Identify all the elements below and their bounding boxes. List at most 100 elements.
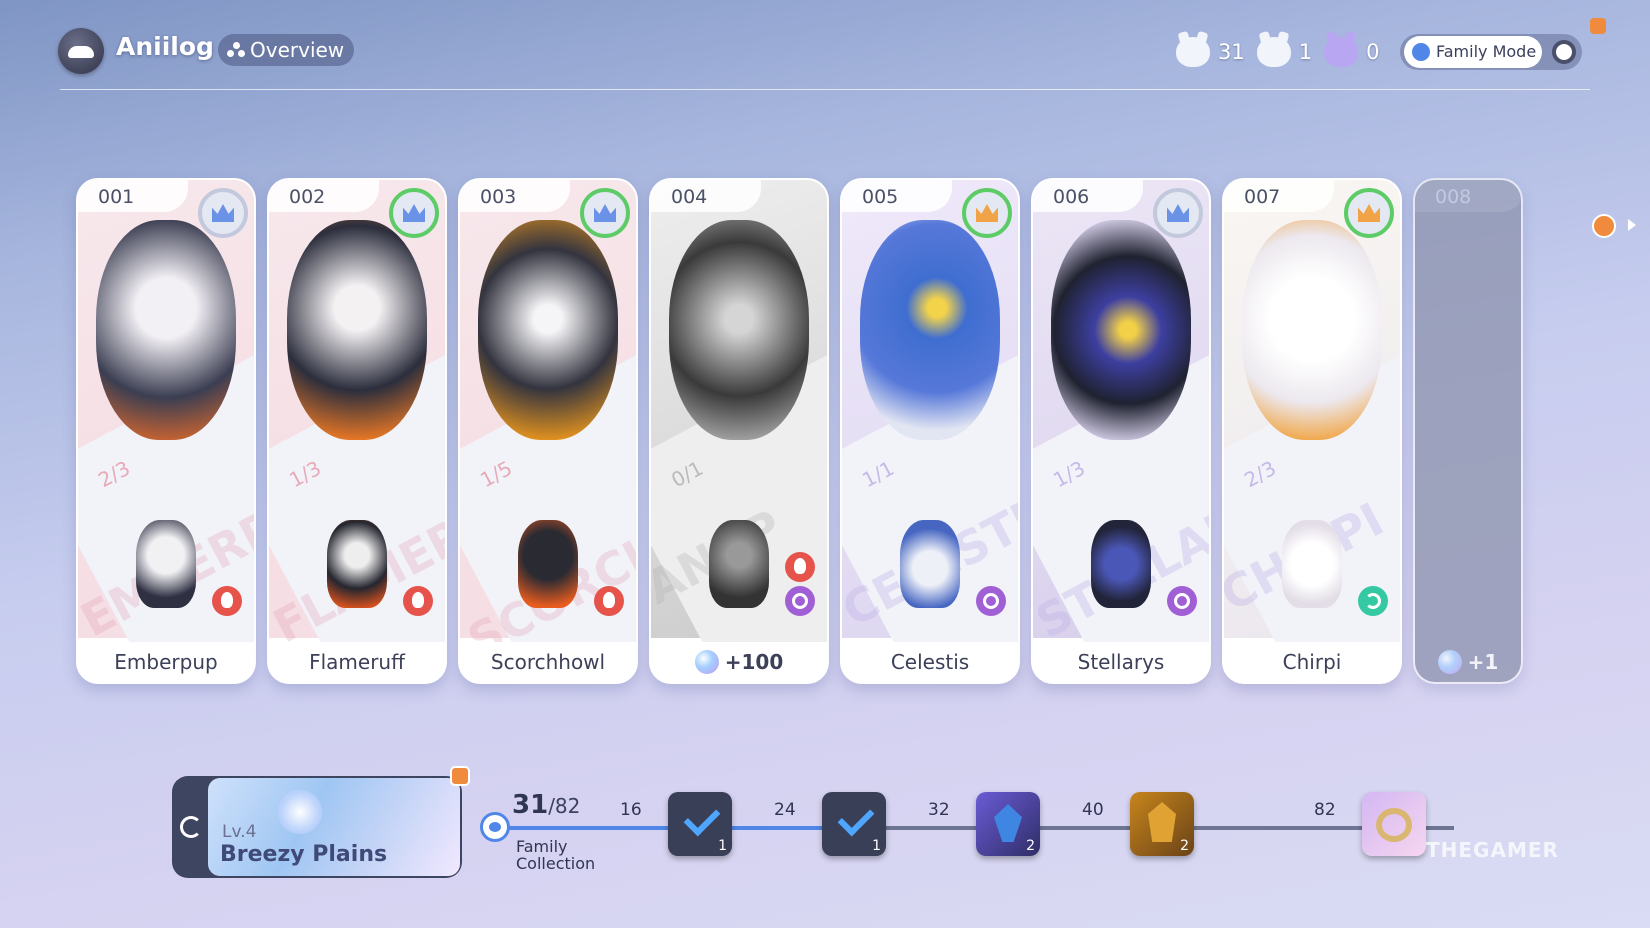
card-number: 007 <box>1224 180 1334 212</box>
milestone-reward-claimed[interactable]: 1 <box>668 792 732 856</box>
collection-label: Family Collection <box>516 837 596 873</box>
monster-figure <box>327 520 387 608</box>
monster-illustration <box>669 220 809 440</box>
monster-card[interactable]: CELESTIS 1/1 005 Celestis <box>840 178 1020 684</box>
header-divider <box>60 89 1590 90</box>
blue-crystal-icon <box>994 804 1022 842</box>
card-name: Stellarys <box>1033 642 1209 682</box>
crystal-rose-icon <box>278 790 322 834</box>
gold-crystal-icon <box>1148 802 1176 842</box>
milestone-qty: 2 <box>1026 838 1035 854</box>
camera-icon[interactable] <box>1552 40 1576 64</box>
stat-horned-monster: 1 <box>1256 37 1313 67</box>
stat-value: 1 <box>1298 40 1313 64</box>
card-name: Celestis <box>842 642 1018 682</box>
milestone-threshold: 40 <box>1082 800 1104 820</box>
monster-figure <box>900 520 960 608</box>
blue-crown-icon <box>1153 188 1203 238</box>
white-monster-icon <box>1176 37 1210 67</box>
milestone-reward-claimed[interactable]: 1 <box>822 792 886 856</box>
overview-icon <box>227 42 245 58</box>
collection-count: 31/82 <box>512 790 581 820</box>
card-reward: +100 <box>651 642 827 682</box>
monster-illustration <box>1051 220 1191 440</box>
orb-icon <box>1437 650 1462 674</box>
milestone-reward[interactable]: 2 <box>1130 792 1194 856</box>
currency-stats: 31 1 0 <box>1176 28 1379 76</box>
orb-icon <box>694 650 719 674</box>
family-icon <box>1412 43 1430 61</box>
monster-card-locked-reward[interactable]: ANUP 0/1 004 +100 <box>649 178 829 684</box>
monster-illustration <box>287 220 427 440</box>
milestone-reward[interactable]: 2 <box>976 792 1040 856</box>
monster-card[interactable]: STELLARYS 1/3 006 Stellarys <box>1031 178 1211 684</box>
region-name: Breezy Plains <box>220 842 388 867</box>
card-name: Chirpi <box>1224 642 1400 682</box>
card-reward-amount: +100 <box>724 650 784 674</box>
blue-crown-icon <box>198 188 248 238</box>
card-reward: +1 <box>1415 642 1521 682</box>
void-element-icon <box>785 586 815 616</box>
blue-crown-icon <box>580 188 630 238</box>
gift-icon[interactable] <box>1590 18 1606 34</box>
white-horned-monster-icon <box>1256 37 1291 67</box>
monster-figure <box>518 520 578 608</box>
app-title: Aniilog <box>116 32 214 61</box>
monster-card[interactable]: EMBERPUP 2/3 001 Emberpup <box>76 178 256 684</box>
milestone-threshold: 16 <box>620 800 642 820</box>
stat-white-monster: 31 <box>1176 37 1245 67</box>
refresh-icon[interactable] <box>180 816 202 838</box>
chevron-right-icon[interactable] <box>1628 219 1636 231</box>
card-reward-amount: +1 <box>1467 650 1499 674</box>
monster-figure <box>1282 520 1342 608</box>
card-number: 006 <box>1033 180 1143 212</box>
fire-element-icon <box>785 552 815 582</box>
gift-icon[interactable] <box>1592 214 1616 238</box>
stat-value: 0 <box>1366 40 1380 64</box>
monster-figure <box>1091 520 1151 608</box>
milestone-threshold: 82 <box>1314 800 1336 820</box>
monster-illustration <box>860 220 1000 440</box>
monster-illustration <box>96 220 236 440</box>
milestone-threshold: 24 <box>774 800 796 820</box>
monster-figure <box>709 520 769 608</box>
ring-icon <box>1376 808 1412 842</box>
family-mode-toggle: Family Mode <box>1400 34 1582 70</box>
region-card[interactable]: Lv.4 Breezy Plains <box>208 778 460 876</box>
card-number: 001 <box>78 180 188 212</box>
gift-icon[interactable] <box>450 766 470 786</box>
milestone-reward-final[interactable] <box>1362 792 1426 856</box>
monster-figure <box>136 520 196 608</box>
wind-element-icon <box>1358 586 1388 616</box>
purple-monster-icon <box>1324 37 1359 67</box>
card-number: 002 <box>269 180 379 212</box>
stat-value: 31 <box>1218 40 1245 64</box>
card-name: Scorchhowl <box>460 642 636 682</box>
card-name: Flameruff <box>269 642 445 682</box>
milestone-qty: 1 <box>872 838 881 854</box>
family-mode-label: Family Mode <box>1436 42 1537 61</box>
card-number: 008 <box>1415 180 1521 212</box>
region-level-panel[interactable]: Lv.4 Breezy Plains <box>172 776 462 878</box>
overview-label: Overview <box>250 38 345 62</box>
card-name: Emberpup <box>78 642 254 682</box>
gold-crown-icon <box>962 188 1012 238</box>
overview-button[interactable]: Overview <box>218 34 355 66</box>
milestone-threshold: 32 <box>928 800 950 820</box>
blue-crown-icon <box>389 188 439 238</box>
monster-card[interactable]: CHIRPI 2/3 007 Chirpi <box>1222 178 1402 684</box>
card-number: 005 <box>842 180 952 212</box>
monster-card-locked[interactable]: 008 +1 <box>1413 178 1523 684</box>
fire-element-icon <box>594 586 624 616</box>
monster-illustration <box>478 220 618 440</box>
watermark: THEGAMER <box>1426 838 1559 862</box>
family-mode-button[interactable]: Family Mode <box>1404 36 1542 68</box>
family-collection-progress: 31/82 Family Collection 16 1 24 1 32 2 4… <box>480 790 1470 880</box>
stat-purple-monster: 0 <box>1324 37 1379 67</box>
void-element-icon <box>1167 586 1197 616</box>
card-number: 004 <box>651 180 761 212</box>
gold-crown-icon <box>1344 188 1394 238</box>
monster-card[interactable]: SCORCHHOWL 1/5 003 Scorchhowl <box>458 178 638 684</box>
monster-card[interactable]: FLAMERUFF 1/3 002 Flameruff <box>267 178 447 684</box>
family-collection-icon <box>480 812 510 842</box>
